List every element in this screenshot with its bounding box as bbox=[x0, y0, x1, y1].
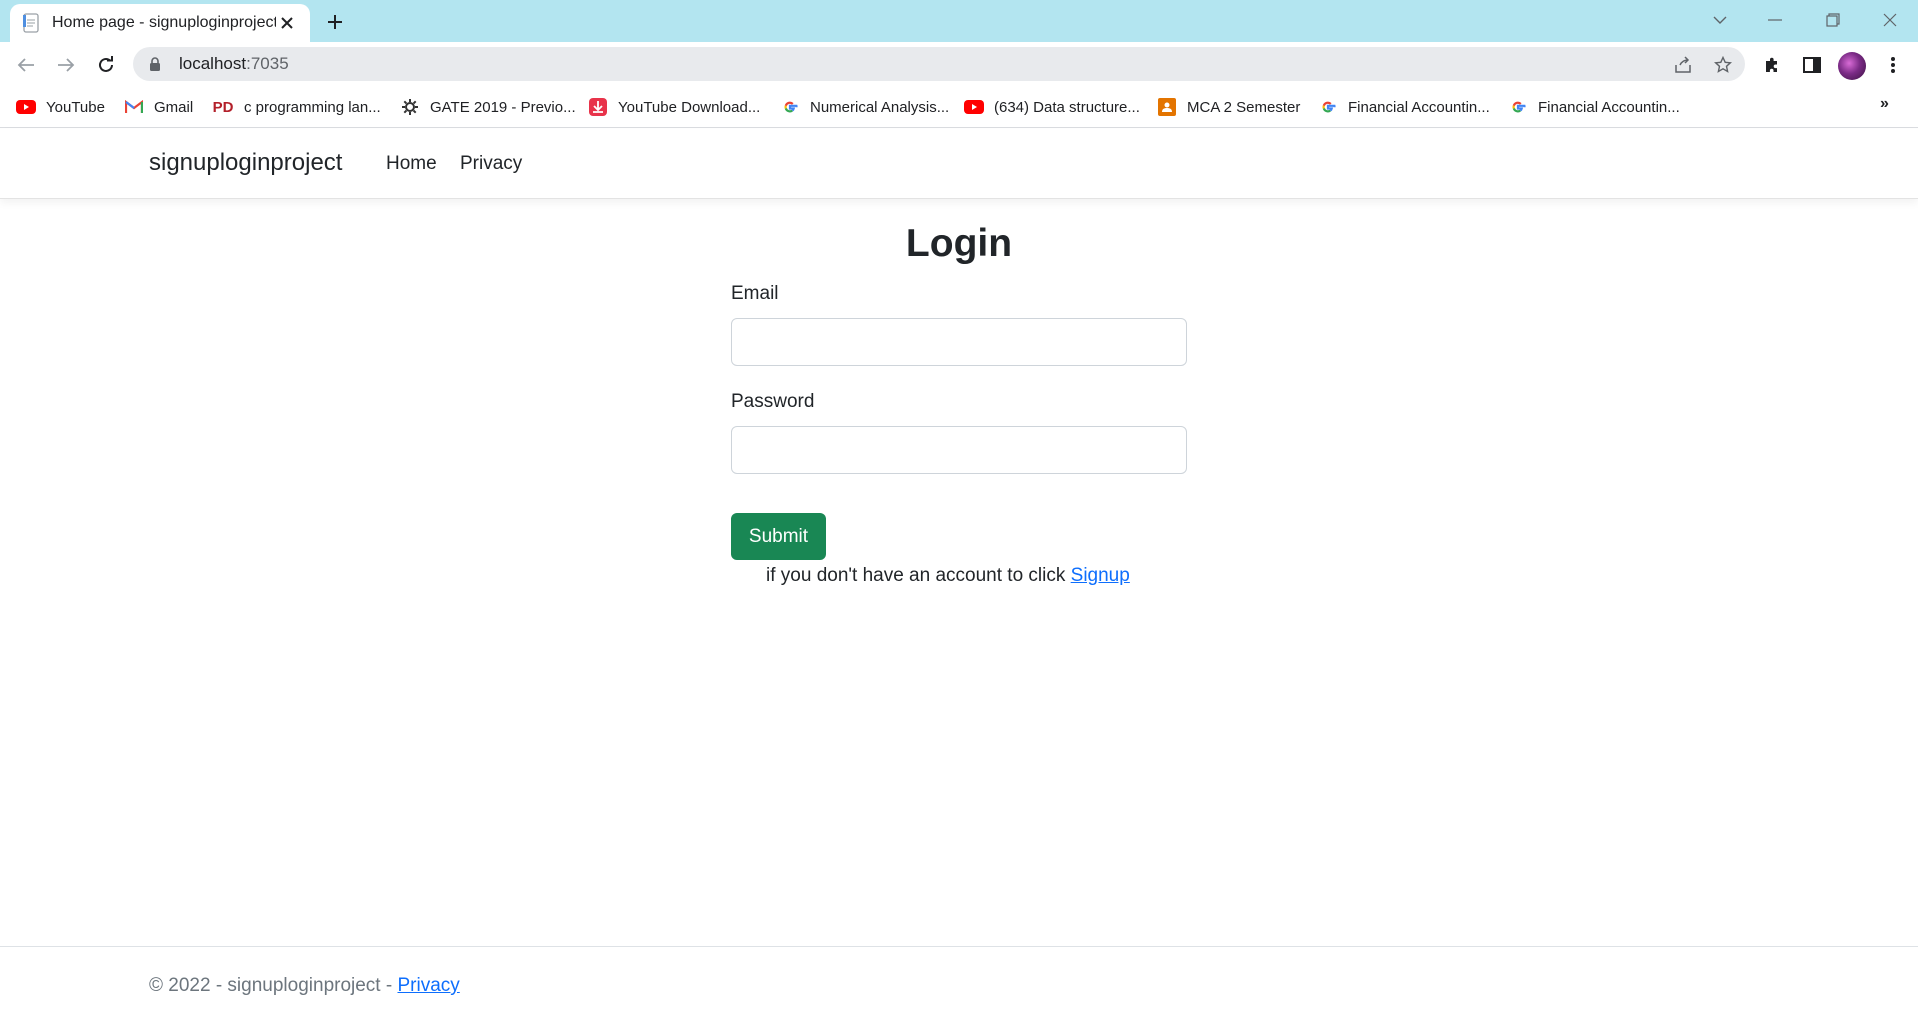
nav-home-link[interactable]: Home bbox=[386, 153, 437, 175]
bookmark-label: YouTube bbox=[46, 98, 105, 116]
more-bookmarks-button[interactable]: » bbox=[1880, 95, 1889, 113]
bookmark-c-programming[interactable]: PD c programming lan... bbox=[212, 96, 381, 118]
menu-kebab-icon[interactable] bbox=[1878, 50, 1908, 80]
bookmark-financial-accounting-1[interactable]: Financial Accountin... bbox=[1318, 96, 1490, 118]
footer-text: © 2022 - signuploginproject - Privacy bbox=[149, 975, 460, 997]
bookmark-star-icon[interactable] bbox=[1711, 53, 1735, 77]
page-icon bbox=[22, 13, 40, 33]
site-footer: © 2022 - signuploginproject - Privacy bbox=[0, 946, 1918, 1022]
site-brand[interactable]: signuploginproject bbox=[149, 149, 342, 177]
email-label: Email bbox=[731, 283, 779, 304]
bookmark-gate-2019[interactable]: GATE 2019 - Previo... bbox=[400, 96, 576, 118]
lock-icon[interactable] bbox=[149, 56, 165, 72]
download-icon bbox=[588, 98, 608, 116]
bookmark-label: Numerical Analysis... bbox=[810, 98, 950, 116]
back-arrow-icon[interactable] bbox=[11, 50, 41, 80]
bookmark-gmail[interactable]: Gmail bbox=[124, 96, 193, 118]
bookmark-label: GATE 2019 - Previo... bbox=[430, 98, 576, 116]
password-label: Password bbox=[731, 391, 815, 412]
bookmark-data-structure[interactable]: (634) Data structure... bbox=[964, 96, 1140, 118]
site-navbar: signuploginproject Home Privacy bbox=[0, 129, 1918, 199]
bookmarks-bar: YouTube Gmail PD c programming lan... GA… bbox=[0, 86, 1918, 128]
submit-button[interactable]: Submit bbox=[731, 513, 826, 560]
side-panel-icon[interactable] bbox=[1797, 50, 1827, 80]
bookmark-label: Financial Accountin... bbox=[1538, 98, 1680, 116]
tab-title: Home page - signuploginproject bbox=[52, 14, 276, 31]
bookmark-label: Gmail bbox=[154, 98, 194, 116]
bookmark-label: c programming lan... bbox=[244, 98, 381, 116]
browser-tab[interactable]: Home page - signuploginproject bbox=[10, 4, 310, 42]
bookmark-label: YouTube Download... bbox=[618, 98, 761, 116]
google-icon bbox=[1508, 99, 1528, 115]
password-field[interactable] bbox=[731, 426, 1187, 474]
gear-logo-icon bbox=[400, 99, 420, 115]
bookmark-label: (634) Data structure... bbox=[994, 98, 1140, 116]
classroom-icon bbox=[1157, 98, 1177, 116]
url-port: :7035 bbox=[246, 54, 289, 73]
youtube-icon bbox=[964, 99, 984, 115]
bookmark-youtube[interactable]: YouTube bbox=[16, 96, 105, 118]
signup-link[interactable]: Signup bbox=[1071, 565, 1130, 586]
gmail-icon bbox=[124, 99, 144, 115]
bookmark-mca-2-semester[interactable]: MCA 2 Semester bbox=[1157, 96, 1300, 118]
youtube-icon bbox=[16, 99, 36, 115]
signup-prompt: if you don't have an account to click Si… bbox=[766, 565, 1130, 587]
footer-privacy-link[interactable]: Privacy bbox=[397, 975, 459, 996]
url-host: localhost bbox=[179, 54, 247, 73]
close-window-icon[interactable] bbox=[1870, 6, 1910, 34]
page-title: Login bbox=[905, 222, 1013, 265]
restore-icon[interactable] bbox=[1813, 6, 1853, 34]
browser-tabstrip: Home page - signuploginproject bbox=[0, 0, 1918, 42]
bookmark-numerical-analysis[interactable]: Numerical Analysis... bbox=[780, 96, 949, 118]
share-icon[interactable] bbox=[1671, 53, 1695, 77]
new-tab-button[interactable] bbox=[320, 9, 350, 35]
reload-icon[interactable] bbox=[91, 50, 121, 80]
bookmark-label: MCA 2 Semester bbox=[1187, 98, 1301, 116]
footer-copyright: © 2022 - signuploginproject - bbox=[149, 975, 398, 996]
bookmark-financial-accounting-2[interactable]: Financial Accountin... bbox=[1508, 96, 1680, 118]
close-tab-icon[interactable] bbox=[276, 12, 298, 34]
browser-toolbar: localhost:7035 bbox=[0, 42, 1918, 86]
profile-avatar[interactable] bbox=[1838, 52, 1866, 80]
tab-search-icon[interactable] bbox=[1700, 6, 1740, 34]
extensions-puzzle-icon[interactable] bbox=[1757, 50, 1787, 80]
nav-privacy-link[interactable]: Privacy bbox=[460, 153, 522, 175]
google-icon bbox=[1318, 99, 1338, 115]
address-bar[interactable]: localhost:7035 bbox=[133, 47, 1745, 81]
minimize-icon[interactable] bbox=[1755, 6, 1795, 34]
email-field[interactable] bbox=[731, 318, 1187, 366]
forward-arrow-icon[interactable] bbox=[51, 50, 81, 80]
pd-icon: PD bbox=[212, 98, 234, 116]
google-icon bbox=[780, 99, 800, 115]
bookmark-label: Financial Accountin... bbox=[1348, 98, 1490, 116]
bookmark-youtube-downloader[interactable]: YouTube Download... bbox=[588, 96, 760, 118]
signup-prompt-text: if you don't have an account to click bbox=[766, 565, 1066, 586]
